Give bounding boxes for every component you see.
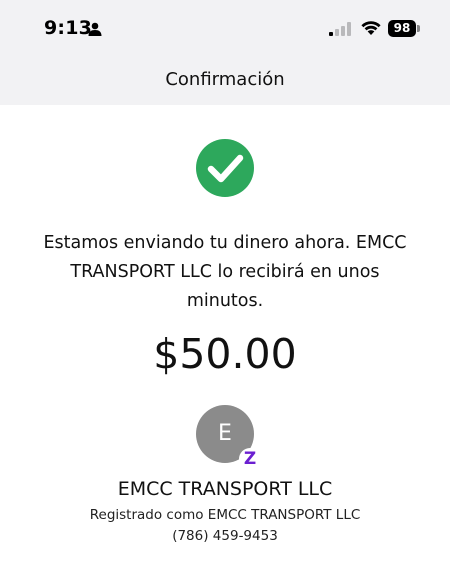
recipient-phone: (786) 459-9453 bbox=[172, 528, 278, 544]
registered-as: Registrado como EMCC TRANSPORT LLC bbox=[89, 507, 361, 523]
checkmark-icon bbox=[196, 139, 254, 197]
amount: $50.00 bbox=[153, 330, 297, 378]
wifi-icon bbox=[361, 21, 381, 35]
page-title: Confirmación bbox=[165, 69, 285, 90]
status-time: 9:13 bbox=[44, 17, 93, 39]
nav-bar: Confirmación bbox=[0, 60, 450, 105]
battery-tip bbox=[417, 25, 420, 32]
signal-icon bbox=[329, 22, 351, 36]
zelle-icon: Z bbox=[239, 448, 261, 470]
person-icon bbox=[88, 22, 102, 36]
status-bar: 9:13 98 bbox=[0, 0, 450, 60]
recipient-name: EMCC TRANSPORT LLC bbox=[117, 478, 333, 500]
confirmation-message: Estamos enviando tu dinero ahora. EMCC T… bbox=[43, 233, 407, 311]
battery-icon: 98 bbox=[388, 20, 416, 37]
